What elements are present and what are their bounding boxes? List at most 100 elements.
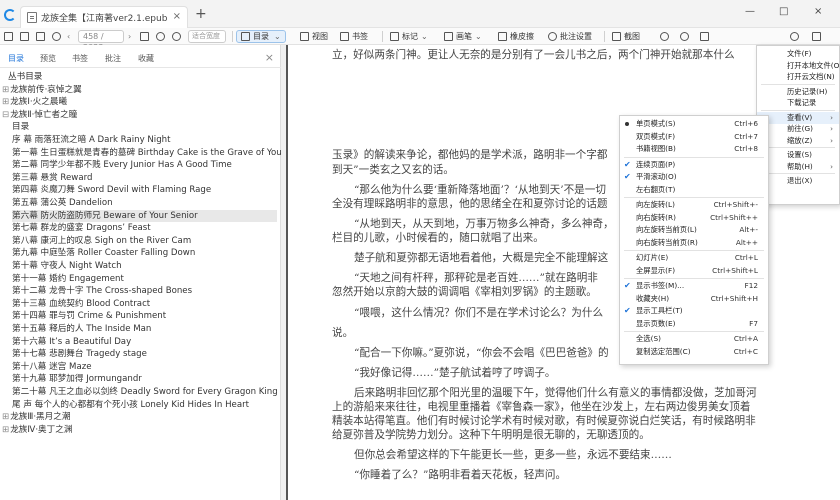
view-menu-item[interactable]: 书籍视图(B) Ctrl+8 [620, 143, 768, 155]
save-icon[interactable] [20, 30, 32, 43]
view-menu-item[interactable]: ✔ 连续页面(P) [620, 159, 768, 171]
expand-icon[interactable]: ⊞ [2, 97, 9, 107]
brush-button[interactable]: 画笔 ⌄ [444, 30, 482, 43]
print-icon[interactable] [36, 30, 48, 43]
toc-item[interactable]: 第八幕 康河上的叹息 Sigh on the River Cam [12, 235, 191, 247]
main-menu-item[interactable]: 设置(S) [757, 149, 839, 161]
view-menu-item[interactable]: 单页模式(S) Ctrl+6 [620, 118, 768, 130]
toc-button[interactable]: 目录 ⌄ [236, 30, 286, 43]
toc-item[interactable]: ⊞龙族Ⅳ·奥丁之渊 [2, 424, 72, 436]
next-page-icon[interactable]: › [128, 30, 131, 43]
share-icon[interactable] [52, 30, 64, 43]
toc-item[interactable]: 第十八幕 迷宫 Maze [12, 361, 92, 373]
toc-item[interactable]: 第四幕 炎魔刀舞 Sword Devil with Flaming Rage [12, 184, 211, 196]
first-page-icon[interactable] [140, 30, 152, 43]
view-menu-item[interactable]: 向右旋转当前页(R) Alt++ [620, 237, 768, 249]
view-menu-item[interactable]: 双页模式(F) Ctrl+7 [620, 131, 768, 143]
toc-item[interactable]: ⊞龙族前传·哀悼之翼 [2, 84, 82, 96]
main-menu-item[interactable]: 前往(G) › [757, 123, 839, 135]
view-menu-item[interactable]: 幻灯片(E) Ctrl+L [620, 252, 768, 264]
toc-item[interactable]: 第三幕 悬赏 Reward [12, 172, 92, 184]
toc-item[interactable]: 第十七幕 悲剧舞台 Tragedy stage [12, 348, 147, 360]
new-tab-button[interactable]: + [195, 7, 207, 21]
toc-item[interactable]: 第二十幕 凡王之血必以剑终 Deadly Sword for Every Gra… [12, 386, 278, 398]
toc-item[interactable]: 第十五幕 释后的人 The Inside Man [12, 323, 151, 335]
toc-item[interactable]: ⊞龙族Ⅰ·火之晨曦 [2, 96, 67, 108]
view-button[interactable]: 视图 [300, 30, 328, 43]
toc-item[interactable]: 第七幕 群龙的盛宴 Dragons’ Feast [12, 222, 151, 234]
main-menu-item[interactable]: 下载记录 [757, 97, 839, 109]
account-icon[interactable] [790, 30, 802, 43]
toc-item[interactable]: 第十三幕 血统契约 Blood Contract [12, 298, 150, 310]
close-sidebar-icon[interactable]: × [265, 51, 274, 64]
zoom-out-icon[interactable] [156, 30, 168, 43]
toc-item[interactable]: 第九幕 中庭坠落 Roller Coaster Falling Down [12, 247, 195, 259]
prev-page-icon[interactable]: ‹ [67, 30, 70, 43]
page-icon[interactable] [700, 30, 712, 43]
zoom-in-icon[interactable] [172, 30, 184, 43]
view-menu-item[interactable]: 向左旋转(L) Ctrl+Shift+- [620, 199, 768, 211]
view-menu-item[interactable]: 收藏夹(H) Ctrl+Shift+H [620, 293, 768, 305]
tab-close-icon[interactable]: × [173, 11, 181, 22]
bookmark-button[interactable]: 书签 [340, 30, 368, 43]
toc-item[interactable]: 第十二幕 龙骨十字 The Cross-shaped Bones [12, 285, 192, 297]
main-menu-item[interactable]: 打开云文档(N) [757, 71, 839, 83]
toc-item[interactable]: 第十幕 守夜人 Night Watch [12, 260, 122, 272]
toc-item[interactable]: 第十一幕 婚约 Engagement [12, 273, 124, 285]
main-menu-item[interactable]: 打开本地文件(O) [757, 60, 840, 72]
text-line: 上的游船来来往往，电视里重播着《宰鲁森一家》，他坐在沙发上，左右两边俊男美女顶着 [332, 401, 751, 413]
toc-item[interactable]: ⊞龙族Ⅲ·黑月之潮 [2, 411, 70, 423]
main-menu-item[interactable]: 帮助(H) › [757, 161, 839, 173]
main-menu-item[interactable]: 退出(X) [757, 175, 839, 187]
toc-item[interactable]: 第十四幕 罪与罚 Crime & Punishment [12, 310, 166, 322]
tab-favorites[interactable]: 收藏 [138, 53, 154, 64]
folder-icon[interactable] [4, 30, 16, 43]
main-menu-item[interactable]: 文件(F) [757, 48, 839, 60]
view-menu-item[interactable]: 向左旋转当前页(L) Alt+- [620, 224, 768, 236]
expand-icon[interactable]: ⊞ [2, 85, 9, 95]
expand-icon[interactable]: ⊞ [2, 425, 9, 435]
toc-item[interactable]: 第五幕 蒲公英 Dandelion [12, 197, 113, 209]
window-close-icon[interactable]: × [814, 6, 822, 17]
toc-item[interactable]: 第六幕 防火防盗防师兄 Beware of Your Senior [12, 209, 277, 222]
expand-icon[interactable]: ⊟ [2, 110, 9, 120]
view-menu-item[interactable]: ✔ 平滑滚动(O) [620, 171, 768, 183]
mark-button[interactable]: 标记 ⌄ [390, 30, 428, 43]
toc-item[interactable]: 第二幕 同学少年都不贱 Every Junior Has A Good Time [12, 159, 232, 171]
star-icon[interactable] [660, 30, 672, 43]
maximize-icon[interactable]: □ [779, 6, 788, 17]
eraser-button[interactable]: 橡皮擦 [498, 30, 534, 43]
annotation-settings-button[interactable]: 批注设置 [548, 30, 592, 43]
page-number-field[interactable]: 458 / 2038 [78, 30, 124, 52]
toc-item[interactable]: 序 幕 雨落狂流之暗 A Dark Rainy Night [12, 134, 170, 146]
view-menu-item[interactable]: ✔ 显示工具栏(T) [620, 305, 768, 317]
toc-item[interactable]: ⊟龙族Ⅱ·悼亡者之瞳 [2, 109, 77, 121]
view-menu-item[interactable]: 左右翻页(T) [620, 184, 768, 196]
view-menu-item[interactable]: 复制选定范围(C) Ctrl+C [620, 346, 768, 358]
toc-item[interactable]: 第十六幕 It’s a Beautiful Day [12, 336, 131, 348]
tab-bookmarks[interactable]: 书签 [72, 53, 88, 64]
tab-preview[interactable]: 预览 [40, 53, 56, 64]
toc-item[interactable]: 目录 [12, 121, 29, 133]
menu-icon[interactable] [812, 30, 824, 43]
search-icon[interactable] [680, 30, 692, 43]
view-menu-item[interactable]: 向右旋转(R) Ctrl+Shift++ [620, 212, 768, 224]
document-tab[interactable]: 龙族全集【江南著ver2.1.epub × [20, 6, 188, 28]
view-menu-item[interactable]: 全屏显示(F) Ctrl+Shift+L [620, 265, 768, 277]
toc-item[interactable]: 第一幕 生日蛋糕就是青春的墓碑 Birthday Cake is the Gra… [12, 147, 291, 159]
toc-item[interactable]: 第十九幕 耶梦加得 Jormungandr [12, 373, 142, 385]
tab-annotations[interactable]: 批注 [105, 53, 121, 64]
zoom-select[interactable]: 适合宽度 [188, 30, 226, 43]
view-menu-item[interactable]: ✔ 显示书签(M)... F12 [620, 280, 768, 292]
main-menu-item[interactable]: 缩放(Z) › [757, 135, 839, 147]
tab-toc[interactable]: 目录 [8, 53, 24, 64]
view-menu-item[interactable]: 显示页数(E) F7 [620, 318, 768, 330]
view-menu-item[interactable]: 全选(S) Ctrl+A [620, 333, 768, 345]
expand-icon[interactable]: ⊞ [2, 412, 9, 422]
toc-item[interactable]: 尾 声 每个人的心都都有个死小孩 Lonely Kid Hides In Hea… [12, 399, 249, 411]
toc-item[interactable]: 丛书目录 [8, 71, 42, 83]
main-menu-item[interactable]: 查看(V) › [757, 111, 839, 124]
main-menu-item[interactable]: 历史记录(H) [757, 86, 839, 98]
screenshot-button[interactable]: 截图 [612, 30, 640, 43]
minimize-icon[interactable]: — [745, 6, 755, 17]
